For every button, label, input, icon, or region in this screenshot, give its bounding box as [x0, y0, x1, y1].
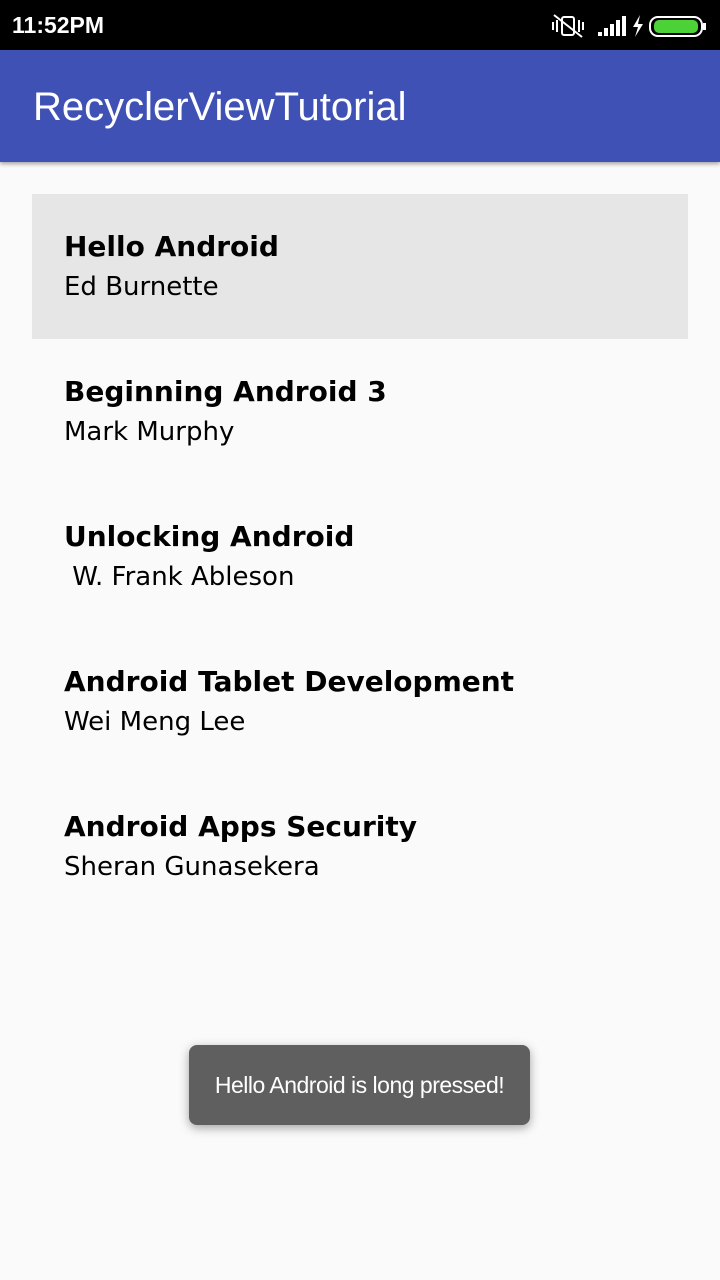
signal-icon [598, 16, 626, 36]
status-bar: 11:52PM [0, 0, 720, 50]
list-item[interactable]: Android Tablet Development Wei Meng Lee [32, 629, 688, 774]
book-author: Mark Murphy [64, 417, 235, 447]
book-author: Wei Meng Lee [64, 707, 246, 737]
app-bar: RecyclerViewTutorial [0, 50, 720, 162]
book-title: Android Tablet Development [64, 665, 515, 698]
status-icons [550, 12, 710, 40]
list-item[interactable]: Hello Android Ed Burnette [32, 194, 688, 339]
list-item[interactable]: Android Apps Security Sheran Gunasekera [32, 774, 688, 919]
list-item[interactable]: Unlocking Android W. Frank Ableson [32, 484, 688, 629]
status-time: 11:52PM [12, 12, 105, 38]
book-title: Unlocking Android [64, 520, 355, 553]
book-list[interactable]: Hello Android Ed Burnette Beginning Andr… [32, 194, 688, 919]
list-item[interactable]: Beginning Android 3 Mark Murphy [32, 339, 688, 484]
battery-icon [649, 16, 706, 37]
toast-message: Hello Android is long pressed! [214, 1071, 505, 1098]
book-author: W. Frank Ableson [64, 562, 295, 592]
app-title: RecyclerViewTutorial [33, 85, 407, 129]
book-author: Ed Burnette [64, 272, 219, 302]
book-title: Hello Android [64, 230, 279, 263]
book-title: Beginning Android 3 [64, 375, 387, 408]
book-author: Sheran Gunasekera [64, 852, 320, 882]
vibrate-off-icon [552, 14, 584, 38]
toast: Hello Android is long pressed! [189, 1045, 530, 1125]
book-title: Android Apps Security [64, 810, 417, 843]
charging-icon [633, 15, 643, 37]
